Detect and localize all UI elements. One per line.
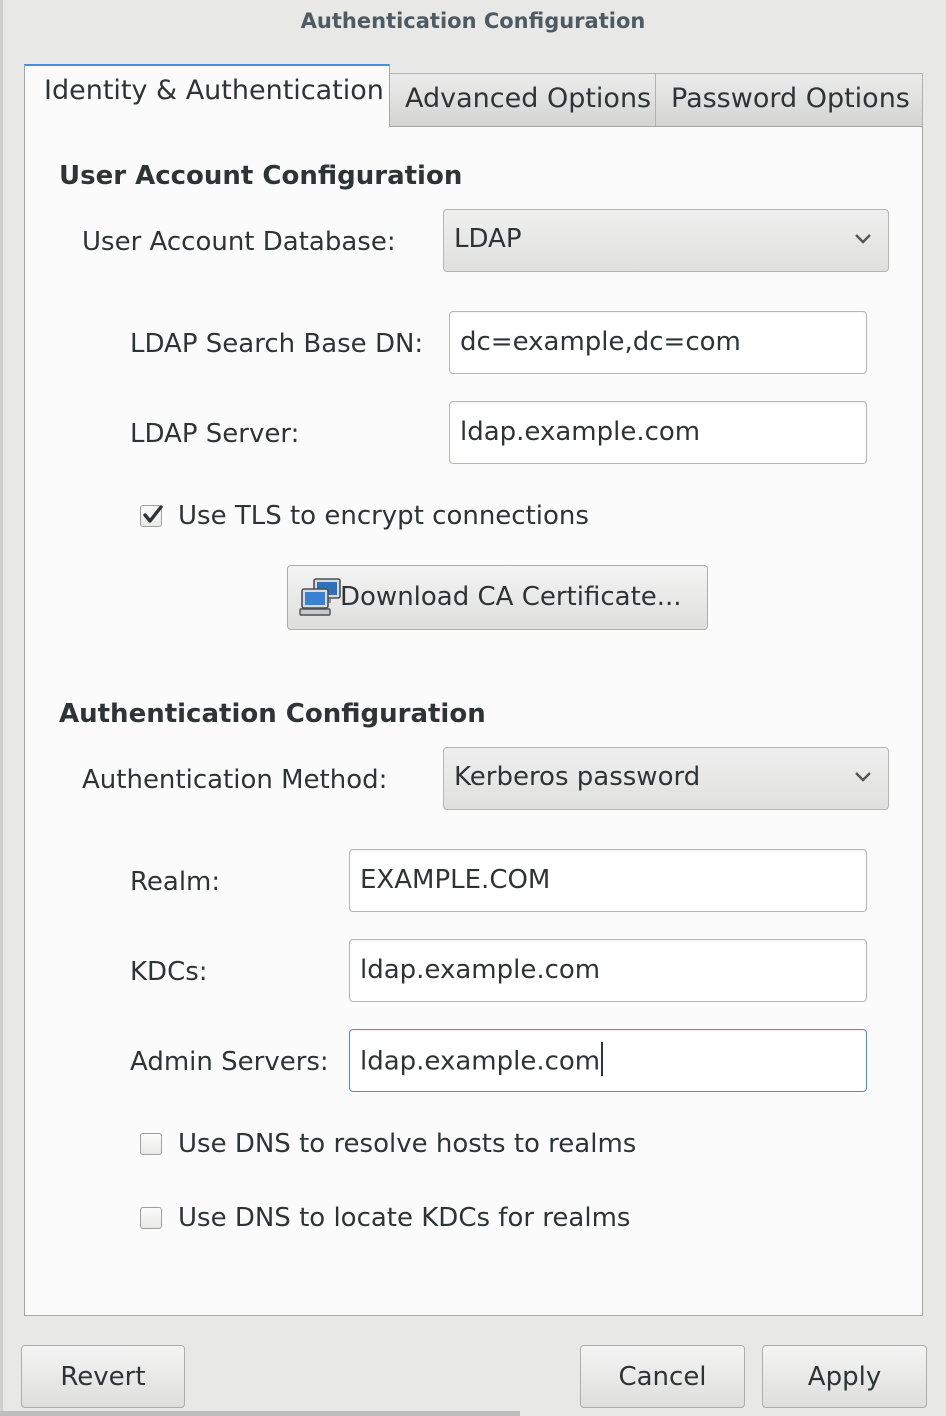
- user-account-database-label: User Account Database:: [82, 227, 396, 257]
- tab-label: Advanced Options: [405, 83, 652, 114]
- apply-button[interactable]: Apply: [762, 1345, 927, 1408]
- tab-panel-identity-authentication: User Account Configuration User Account …: [24, 126, 923, 1316]
- realm-value: EXAMPLE.COM: [360, 865, 551, 895]
- tab-label: Password Options: [671, 83, 910, 114]
- authentication-method-value: Kerberos password: [454, 762, 701, 792]
- chevron-down-icon: [855, 234, 871, 244]
- auth-config-dialog: Authentication Configuration Identity & …: [0, 0, 946, 1416]
- text-cursor: [601, 1042, 604, 1076]
- use-dns-kdcs-checkbox[interactable]: [140, 1207, 162, 1229]
- download-ca-certificate-label: Download CA Certificate...: [340, 582, 682, 612]
- check-mark-icon: [143, 505, 163, 523]
- kdcs-field[interactable]: ldap.example.com: [349, 939, 867, 1002]
- user-account-database-combo[interactable]: LDAP: [443, 209, 889, 272]
- chevron-down-icon: [855, 772, 871, 782]
- ldap-search-base-label: LDAP Search Base DN:: [130, 329, 424, 359]
- tab-identity-authentication[interactable]: Identity & Authentication: [24, 64, 390, 127]
- use-tls-label[interactable]: Use TLS to encrypt connections: [178, 501, 589, 531]
- network-computers-icon: [299, 578, 341, 616]
- admin-servers-value: ldap.example.com: [360, 1046, 601, 1077]
- window-title: Authentication Configuration: [300, 9, 646, 33]
- use-dns-hosts-checkbox[interactable]: [140, 1133, 162, 1155]
- ldap-search-base-value: dc=example,dc=com: [460, 327, 741, 357]
- use-tls-checkbox[interactable]: [140, 505, 163, 527]
- authentication-method-combo[interactable]: Kerberos password: [443, 747, 889, 810]
- use-dns-hosts-label[interactable]: Use DNS to resolve hosts to realms: [178, 1129, 636, 1159]
- window-bottom-edge: [0, 1411, 520, 1416]
- user-account-database-value: LDAP: [454, 224, 522, 254]
- kdcs-value: ldap.example.com: [360, 955, 601, 985]
- tab-advanced-options[interactable]: Advanced Options: [389, 73, 656, 127]
- kdcs-label: KDCs:: [130, 957, 208, 987]
- cancel-label: Cancel: [618, 1362, 707, 1392]
- authentication-method-label: Authentication Method:: [82, 765, 388, 795]
- realm-field[interactable]: EXAMPLE.COM: [349, 849, 867, 912]
- user-account-section-title: User Account Configuration: [59, 161, 463, 191]
- download-ca-certificate-button[interactable]: Download CA Certificate...: [287, 565, 708, 630]
- ldap-server-label: LDAP Server:: [130, 419, 300, 449]
- realm-label: Realm:: [130, 867, 221, 897]
- use-dns-kdcs-label[interactable]: Use DNS to locate KDCs for realms: [178, 1203, 630, 1233]
- tab-password-options[interactable]: Password Options: [655, 73, 923, 127]
- ldap-server-value: ldap.example.com: [460, 417, 701, 447]
- admin-servers-field[interactable]: ldap.example.com: [349, 1029, 867, 1092]
- admin-servers-label: Admin Servers:: [130, 1047, 329, 1077]
- window-left-edge: [0, 0, 3, 1416]
- apply-label: Apply: [807, 1362, 882, 1392]
- revert-button[interactable]: Revert: [21, 1345, 185, 1408]
- authentication-section-title: Authentication Configuration: [59, 699, 486, 729]
- revert-label: Revert: [60, 1362, 146, 1392]
- ldap-search-base-field[interactable]: dc=example,dc=com: [449, 311, 867, 374]
- title-bar[interactable]: Authentication Configuration: [0, 0, 946, 46]
- cancel-button[interactable]: Cancel: [580, 1345, 745, 1408]
- ldap-server-field[interactable]: ldap.example.com: [449, 401, 867, 464]
- admin-servers-value-wrap: ldap.example.com: [360, 1042, 604, 1079]
- tab-label: Identity & Authentication: [44, 75, 384, 106]
